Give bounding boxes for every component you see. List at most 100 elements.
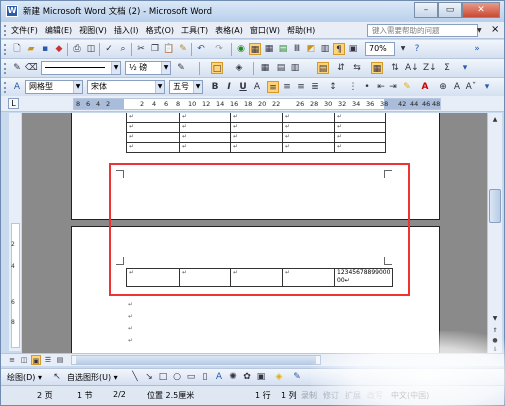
text-direction-icon[interactable]: ⇅ bbox=[389, 62, 401, 74]
align-center-icon[interactable]: ≡ bbox=[281, 81, 293, 93]
diagram-icon[interactable]: ✺ bbox=[227, 371, 239, 383]
hscroll-thumb[interactable] bbox=[76, 356, 316, 364]
menu-file[interactable]: 文件(F) bbox=[11, 25, 38, 36]
permission-icon[interactable]: ◆ bbox=[53, 43, 65, 55]
table-cell[interactable]: ↵ bbox=[179, 122, 231, 133]
zoom-select[interactable]: 70% bbox=[365, 42, 395, 56]
style-select[interactable]: 网格型 ▼ bbox=[25, 80, 83, 94]
redo-icon[interactable]: ↷ bbox=[213, 43, 225, 55]
align-icon[interactable]: ▤ bbox=[317, 62, 329, 74]
new-document-icon[interactable]: 🗋 bbox=[11, 43, 23, 55]
styles-formatting-icon[interactable]: A bbox=[11, 81, 23, 93]
columns-icon[interactable]: Ⅲ bbox=[291, 43, 303, 55]
line-style-select[interactable]: ▼ bbox=[41, 61, 121, 75]
phonetic-guide-icon[interactable]: ⊕ bbox=[437, 81, 449, 93]
highlight-icon[interactable]: ✎ bbox=[401, 81, 413, 93]
distribute-rows-icon[interactable]: ⇵ bbox=[335, 62, 347, 74]
horizontal-scrollbar[interactable] bbox=[71, 355, 321, 365]
scroll-thumb[interactable] bbox=[489, 189, 501, 223]
distribute-columns-icon[interactable]: ⇆ bbox=[351, 62, 363, 74]
ruler-strip[interactable]: 8 6 4 2 2 4 6 8 10 12 14 16 18 20 22 26 … bbox=[73, 98, 441, 110]
merge-cells-icon[interactable]: ▤ bbox=[275, 62, 287, 74]
table-cell[interactable]: ↵ bbox=[334, 113, 386, 123]
draw-table-icon[interactable]: ✎ bbox=[11, 62, 23, 74]
page-1[interactable]: ↵ ↵ ↵ ↵ ↵ ↵ ↵ ↵ ↵ ↵ ↵ ↵ ↵ ↵ ↵ ↵ ↵ ↵ ↵ ↵ bbox=[71, 113, 440, 220]
table-cell[interactable]: ↵ bbox=[230, 113, 283, 123]
open-folder-icon[interactable]: ▰ bbox=[25, 43, 37, 55]
font-size-select[interactable]: 五号 ▼ bbox=[169, 80, 203, 94]
bold-button[interactable]: B bbox=[209, 81, 221, 93]
document-map-icon[interactable]: ▥ bbox=[319, 43, 331, 55]
table-page2[interactable]: ↵ ↵ ↵ ↵ 12345678899000 00↵ bbox=[126, 268, 394, 287]
save-icon[interactable]: ▪ bbox=[39, 43, 51, 55]
print-layout-icon[interactable]: ▣ bbox=[31, 355, 41, 365]
print-icon[interactable]: ⎙ bbox=[71, 43, 83, 55]
bullets-icon[interactable]: • bbox=[361, 81, 373, 93]
table-cell[interactable]: ↵ bbox=[230, 122, 283, 133]
oval-icon[interactable]: ○ bbox=[171, 371, 183, 383]
menu-format[interactable]: 格式(O) bbox=[145, 25, 174, 36]
zoom-dropdown-icon[interactable]: ▼ bbox=[397, 43, 409, 55]
char-scale-icon[interactable]: Aˇ bbox=[465, 81, 477, 93]
document-area[interactable]: ↵ ↵ ↵ ↵ ↵ ↵ ↵ ↵ ↵ ↵ ↵ ↵ ↵ ↵ ↵ ↵ ↵ ↵ ↵ ↵ … bbox=[22, 113, 487, 353]
menu-window[interactable]: 窗口(W) bbox=[250, 25, 280, 36]
table-cell[interactable]: ↵ bbox=[179, 142, 231, 153]
vertical-scrollbar[interactable]: ▲ ▼ ⇑ ● ⇓ bbox=[487, 113, 502, 353]
status-track-changes[interactable]: 修订 bbox=[323, 390, 339, 401]
select-objects-icon[interactable]: ↖ bbox=[51, 371, 63, 383]
reading-icon[interactable]: ▣ bbox=[347, 43, 359, 55]
char-shading-icon[interactable]: A bbox=[451, 81, 463, 93]
table-cell-last[interactable]: 12345678899000 00↵ bbox=[333, 268, 394, 287]
outline-view-icon[interactable]: ☰ bbox=[43, 355, 53, 365]
outside-border-icon[interactable]: □ bbox=[211, 62, 223, 74]
tables-borders-icon[interactable]: ▦ bbox=[249, 43, 261, 55]
autoshapes-button[interactable]: 自选图形(U) ▾ bbox=[67, 372, 118, 383]
increase-indent-icon[interactable]: ⇥ bbox=[387, 81, 399, 93]
menu-table[interactable]: 表格(A) bbox=[215, 25, 243, 36]
page-2[interactable]: ↵ ↵ ↵ ↵ 12345678899000 00↵ ↵ ↵ ↵ ↵ bbox=[71, 226, 440, 353]
table-cell[interactable]: ↵ bbox=[126, 122, 180, 133]
drawing-icon[interactable]: ◩ bbox=[305, 43, 317, 55]
arrow-icon[interactable]: ↘ bbox=[143, 371, 155, 383]
insert-excel-icon[interactable]: ▤ bbox=[277, 43, 289, 55]
toolbar-options-icon[interactable]: ▾ bbox=[481, 81, 493, 93]
textbox-icon[interactable]: ▭ bbox=[185, 371, 197, 383]
hyperlink-icon[interactable]: ◉ bbox=[235, 43, 247, 55]
vertical-ruler[interactable]: 2 4 6 8 bbox=[9, 113, 21, 351]
toolbar-options-icon[interactable]: ▾ bbox=[459, 62, 471, 74]
menu-tools[interactable]: 工具(T) bbox=[181, 25, 208, 36]
draw-menu-button[interactable]: 绘图(D) ▾ bbox=[7, 372, 42, 383]
picture-icon[interactable]: ▣ bbox=[255, 371, 267, 383]
insert-table-icon[interactable]: ▦ bbox=[263, 43, 275, 55]
table-cell[interactable]: ↵ bbox=[334, 142, 386, 153]
normal-view-icon[interactable]: ≡ bbox=[7, 355, 17, 365]
toolbar-options-icon[interactable]: » bbox=[471, 43, 483, 55]
status-record[interactable]: 录制 bbox=[301, 390, 317, 401]
copy-icon[interactable]: ❐ bbox=[149, 43, 161, 55]
table-cell[interactable]: ↵ bbox=[179, 132, 231, 143]
insert-table-icon[interactable]: ▦ bbox=[259, 62, 271, 74]
word-icon[interactable]: W bbox=[6, 5, 18, 17]
clipart-icon[interactable]: ✿ bbox=[241, 371, 253, 383]
table-cell[interactable]: ↵ bbox=[282, 113, 335, 123]
table-cell[interactable]: ↵ bbox=[230, 132, 283, 143]
scroll-down-icon[interactable]: ▼ bbox=[489, 313, 501, 324]
help-search-input[interactable]: 键入需要帮助的问题 bbox=[367, 24, 478, 37]
table-cell[interactable]: ↵ bbox=[334, 122, 386, 133]
table-cell[interactable]: ↵ bbox=[282, 132, 335, 143]
table-autoformat-icon[interactable]: ▦ bbox=[371, 62, 383, 74]
font-color-icon[interactable]: A bbox=[419, 81, 431, 93]
tab-selector[interactable]: L bbox=[8, 98, 19, 109]
horizontal-ruler[interactable]: L 8 6 4 2 2 4 6 8 10 12 14 16 18 20 22 2… bbox=[1, 96, 504, 112]
table-cell[interactable]: ↵ bbox=[282, 268, 335, 287]
table-cell[interactable]: ↵ bbox=[230, 142, 283, 153]
sort-ascending-icon[interactable]: A↓ bbox=[405, 62, 419, 74]
help-dropdown-icon[interactable]: ▼ bbox=[477, 24, 486, 37]
rectangle-icon[interactable]: □ bbox=[157, 371, 169, 383]
table-cell[interactable]: ↵ bbox=[179, 268, 231, 287]
close-button[interactable]: ✕ bbox=[462, 2, 500, 18]
toolbar-grip[interactable] bbox=[4, 44, 6, 55]
maximize-button[interactable]: ▭ bbox=[438, 2, 462, 18]
table-page1[interactable]: ↵ ↵ ↵ ↵ ↵ ↵ ↵ ↵ ↵ ↵ ↵ ↵ ↵ ↵ ↵ ↵ ↵ ↵ ↵ ↵ bbox=[126, 113, 386, 153]
font-select[interactable]: 宋体 ▼ bbox=[87, 80, 165, 94]
